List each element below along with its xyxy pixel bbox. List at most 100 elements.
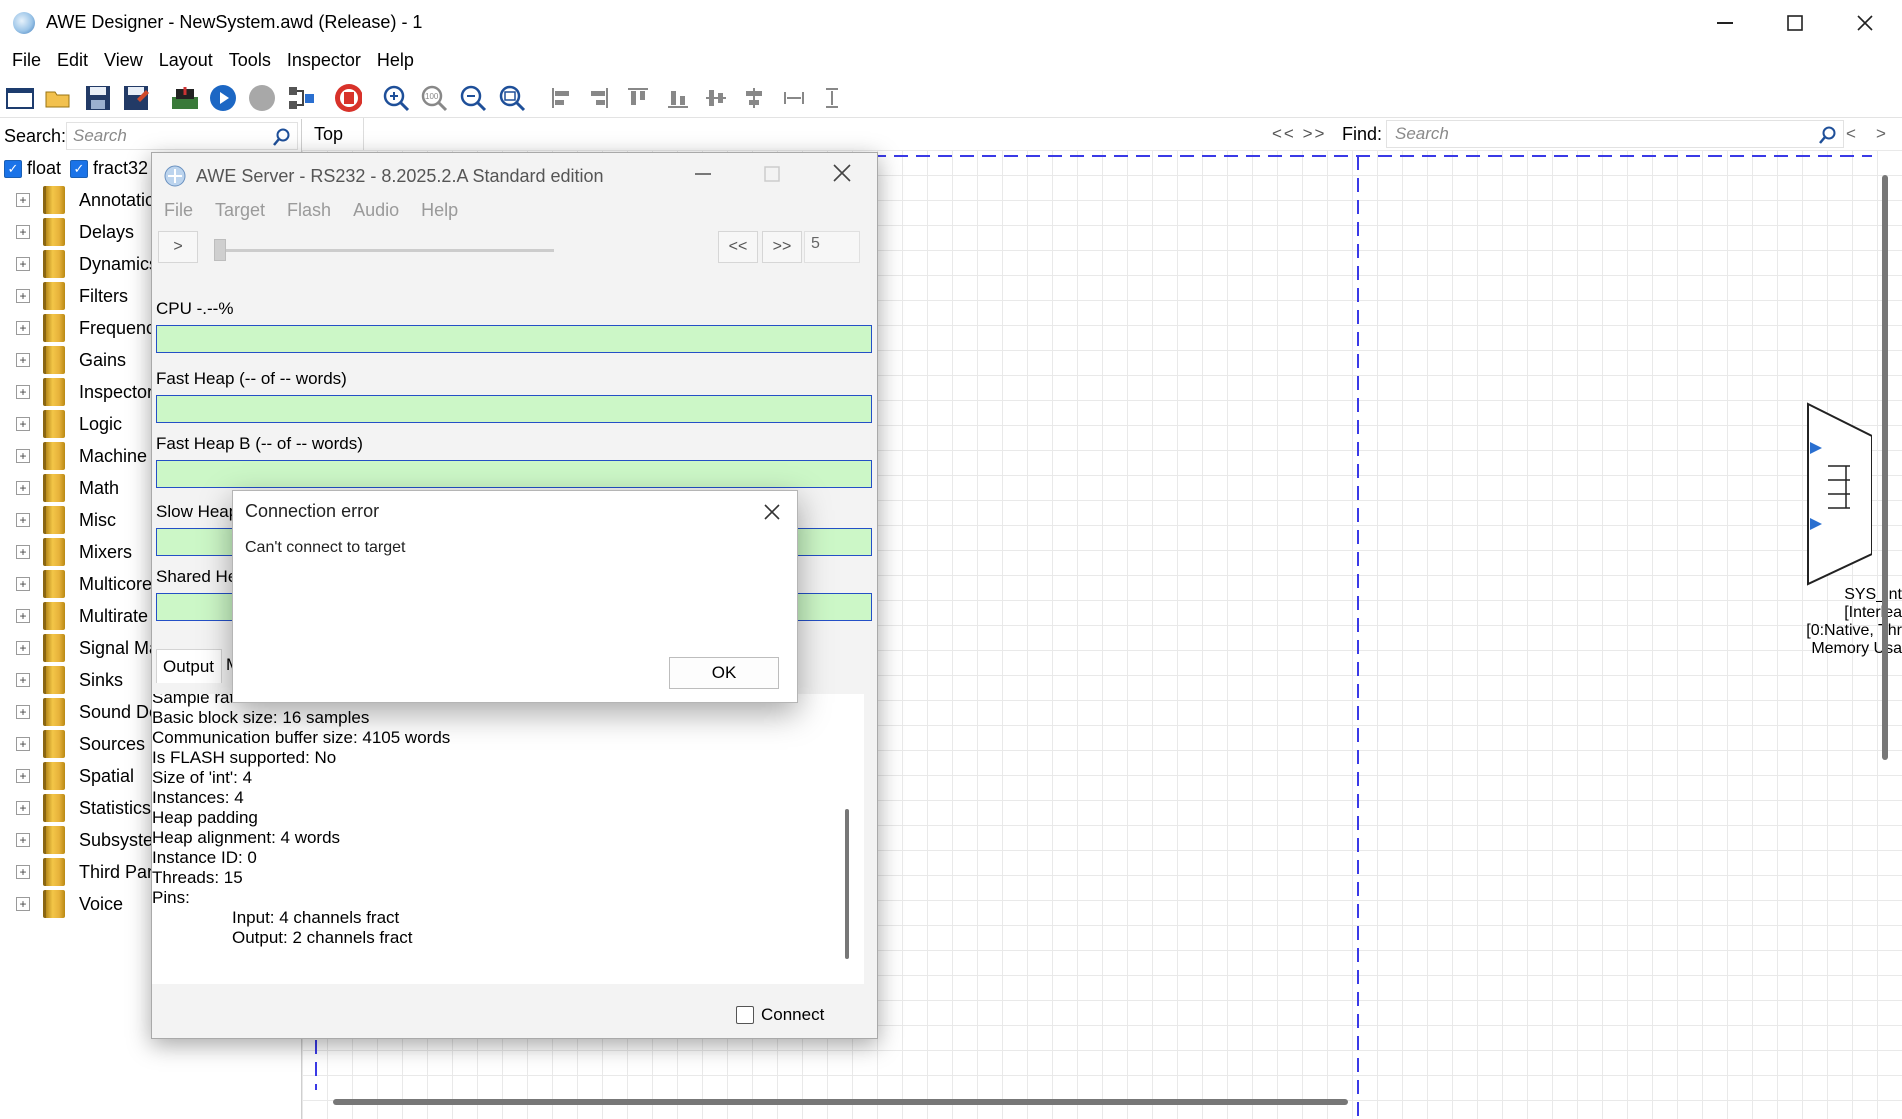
- find-next-button[interactable]: >: [1876, 124, 1886, 144]
- save-as-icon[interactable]: [122, 84, 150, 112]
- align-center-icon[interactable]: [740, 84, 768, 112]
- filter-fract32[interactable]: ✓ fract32: [70, 158, 148, 179]
- expand-icon[interactable]: +: [16, 577, 30, 591]
- vertical-scrollbar[interactable]: [1882, 175, 1888, 760]
- zoom-fit-icon[interactable]: [498, 84, 526, 112]
- expand-icon[interactable]: +: [16, 193, 30, 207]
- expand-icon[interactable]: +: [16, 737, 30, 751]
- align-left-icon[interactable]: [548, 84, 576, 112]
- expand-icon[interactable]: +: [16, 609, 30, 623]
- menu-edit[interactable]: Edit: [57, 50, 88, 71]
- connection-error-dialog[interactable]: Connection error Can't connect to target…: [232, 490, 798, 703]
- align-top-icon[interactable]: [624, 84, 652, 112]
- tree-item-voice[interactable]: + Voice: [16, 888, 123, 920]
- expand-icon[interactable]: +: [16, 449, 30, 463]
- tree-item-subsystem[interactable]: + Subsystem: [16, 824, 168, 856]
- next-button[interactable]: >>: [762, 231, 802, 263]
- server-menu-help[interactable]: Help: [421, 200, 458, 220]
- expand-icon[interactable]: +: [16, 705, 30, 719]
- build-icon[interactable]: [170, 84, 198, 112]
- expand-icon[interactable]: +: [16, 801, 30, 815]
- playback-slider-track[interactable]: [214, 249, 554, 252]
- float-checkbox[interactable]: ✓: [4, 159, 22, 178]
- open-icon[interactable]: [44, 84, 72, 112]
- tree-item-mixers[interactable]: + Mixers: [16, 536, 132, 568]
- find-prev-button[interactable]: <: [1846, 124, 1856, 144]
- expand-icon[interactable]: +: [16, 257, 30, 271]
- server-maximize-button[interactable]: [764, 166, 780, 182]
- tree-item-multicore[interactable]: + Multicore: [16, 568, 152, 600]
- menu-layout[interactable]: Layout: [159, 50, 213, 71]
- tree-item-statistics[interactable]: + Statistics: [16, 792, 151, 824]
- playback-slider-thumb[interactable]: [214, 239, 226, 261]
- space-vertical-icon[interactable]: [818, 84, 846, 112]
- server-close-button[interactable]: [833, 164, 851, 182]
- canvas-nav-arrows[interactable]: << >>: [1272, 124, 1326, 144]
- record-icon[interactable]: [334, 84, 362, 112]
- expand-icon[interactable]: +: [16, 865, 30, 879]
- network-icon[interactable]: [287, 84, 315, 112]
- expand-icon[interactable]: +: [16, 289, 30, 303]
- server-menu-file[interactable]: File: [164, 200, 193, 220]
- tree-item-multirate[interactable]: + Multirate: [16, 600, 148, 632]
- horizontal-scrollbar[interactable]: [333, 1099, 1348, 1105]
- find-input[interactable]: Search: [1386, 120, 1844, 148]
- expand-icon[interactable]: +: [16, 673, 30, 687]
- menu-tools[interactable]: Tools: [229, 50, 271, 71]
- expand-icon[interactable]: +: [16, 385, 30, 399]
- close-button[interactable]: [1830, 0, 1900, 45]
- expand-icon[interactable]: +: [16, 545, 30, 559]
- maximize-button[interactable]: [1760, 0, 1830, 45]
- expand-icon[interactable]: +: [16, 641, 30, 655]
- server-menu-audio[interactable]: Audio: [353, 200, 399, 220]
- tree-item-logic[interactable]: + Logic: [16, 408, 122, 440]
- search-icon[interactable]: [1819, 126, 1837, 144]
- tree-item-sound[interactable]: + Sound De: [16, 696, 159, 728]
- output-log[interactable]: Sample rate: 48000 Hz Basic block size: …: [152, 694, 864, 984]
- tree-item-machine[interactable]: + Machine l: [16, 440, 156, 472]
- tree-item-third-party[interactable]: + Third Par: [16, 856, 153, 888]
- minimize-button[interactable]: [1690, 0, 1760, 45]
- expand-icon[interactable]: +: [16, 353, 30, 367]
- search-icon[interactable]: [273, 128, 291, 146]
- step-field[interactable]: 5: [804, 231, 860, 263]
- dialog-ok-button[interactable]: OK: [669, 657, 779, 689]
- save-icon[interactable]: [84, 84, 112, 112]
- tree-item-sinks[interactable]: + Sinks: [16, 664, 123, 696]
- expand-icon[interactable]: +: [16, 833, 30, 847]
- menu-help[interactable]: Help: [377, 50, 414, 71]
- server-minimize-button[interactable]: [695, 173, 711, 175]
- new-icon[interactable]: [6, 84, 34, 112]
- filter-float[interactable]: ✓ float: [4, 158, 61, 179]
- tree-item-annotation[interactable]: + Annotation: [16, 184, 165, 216]
- tree-item-inspector[interactable]: + Inspector: [16, 376, 153, 408]
- tree-item-frequency[interactable]: + Frequency: [16, 312, 164, 344]
- expand-icon[interactable]: +: [16, 481, 30, 495]
- dialog-close-icon[interactable]: [763, 503, 781, 521]
- align-right-icon[interactable]: [584, 84, 612, 112]
- stop-icon[interactable]: [248, 84, 276, 112]
- zoom-out-icon[interactable]: [459, 84, 487, 112]
- tree-item-filters[interactable]: + Filters: [16, 280, 128, 312]
- run-icon[interactable]: [209, 84, 237, 112]
- tree-item-dynamics[interactable]: + Dynamics: [16, 248, 158, 280]
- expand-icon[interactable]: +: [16, 225, 30, 239]
- tab-output[interactable]: Output: [156, 649, 222, 683]
- server-menu-target[interactable]: Target: [215, 200, 265, 220]
- prev-button[interactable]: <<: [718, 231, 758, 263]
- connect-toggle[interactable]: Connect: [736, 1005, 824, 1025]
- menu-file[interactable]: File: [12, 50, 41, 71]
- space-horizontal-icon[interactable]: [780, 84, 808, 112]
- play-button[interactable]: >: [158, 231, 198, 263]
- output-scrollbar[interactable]: [845, 809, 849, 959]
- tree-item-gains[interactable]: + Gains: [16, 344, 126, 376]
- tree-item-spatial[interactable]: + Spatial: [16, 760, 134, 792]
- tab-top[interactable]: Top: [302, 118, 364, 150]
- expand-icon[interactable]: +: [16, 769, 30, 783]
- menu-inspector[interactable]: Inspector: [287, 50, 361, 71]
- tree-item-sources[interactable]: + Sources: [16, 728, 145, 760]
- expand-icon[interactable]: +: [16, 513, 30, 527]
- menu-view[interactable]: View: [104, 50, 143, 71]
- expand-icon[interactable]: +: [16, 897, 30, 911]
- tree-item-delays[interactable]: + Delays: [16, 216, 134, 248]
